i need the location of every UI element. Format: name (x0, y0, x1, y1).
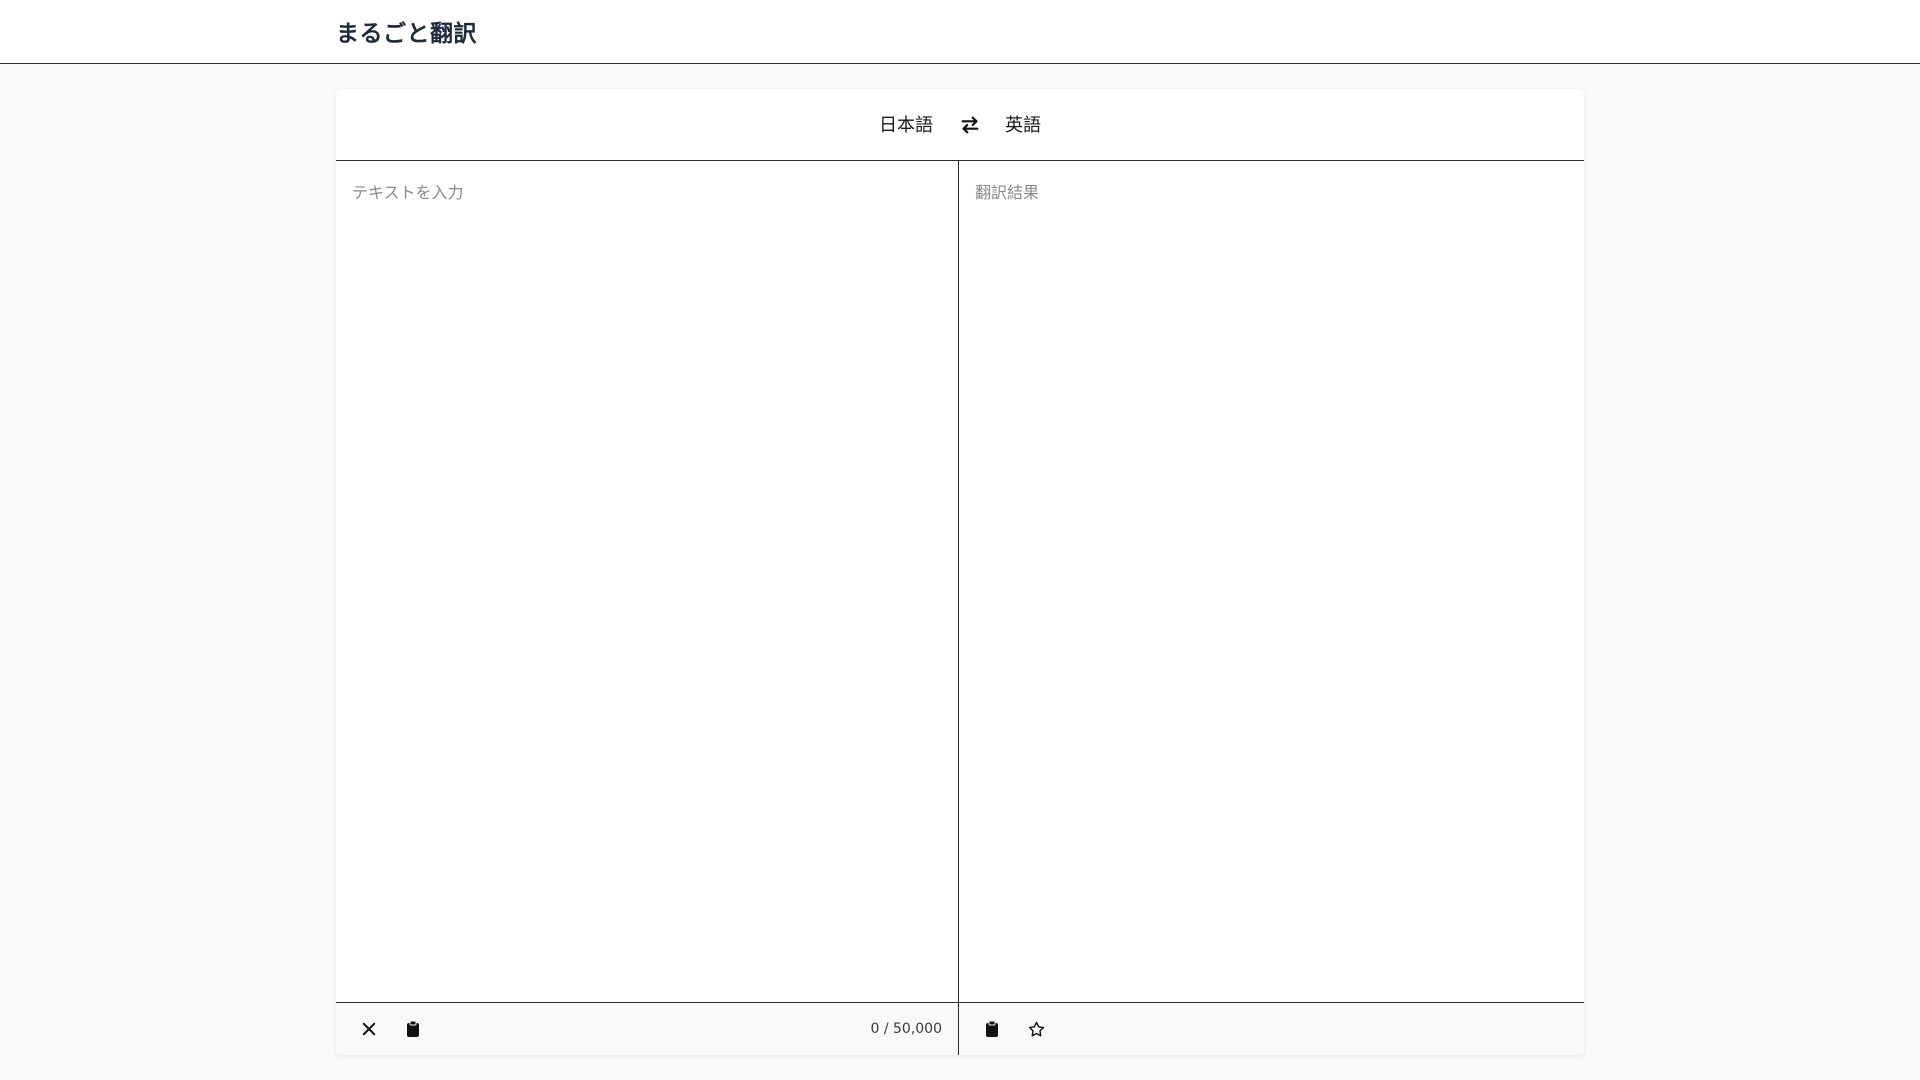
result-body: 翻訳結果 (959, 161, 1584, 1003)
paste-button[interactable] (399, 1015, 427, 1043)
copy-result-button[interactable] (978, 1015, 1006, 1043)
character-count: 0 / 50,000 (870, 1021, 942, 1037)
source-text-input[interactable] (336, 161, 958, 1002)
result-pane: 翻訳結果 (959, 161, 1584, 1055)
swap-arrows-icon (961, 116, 979, 134)
clipboard-icon (407, 1020, 419, 1037)
translator-card: 日本語 英語 テキストを入力 0 / 50,000 翻訳結果 (336, 89, 1584, 1055)
clear-button[interactable] (355, 1015, 383, 1043)
target-language-selector[interactable]: 英語 (1005, 111, 1041, 137)
source-language-selector[interactable]: 日本語 (879, 111, 933, 137)
source-footer: 0 / 50,000 (336, 1003, 958, 1055)
app-header: まるごと翻訳 (0, 0, 1920, 64)
source-body (336, 161, 958, 1003)
source-pane: 0 / 50,000 (336, 161, 959, 1055)
clipboard-icon (986, 1020, 998, 1037)
app-title: まるごと翻訳 (336, 21, 477, 47)
result-footer (959, 1003, 1584, 1055)
swap-languages-button[interactable] (956, 111, 984, 139)
result-placeholder: 翻訳結果 (975, 183, 1040, 202)
favorite-button[interactable] (1022, 1015, 1050, 1043)
close-icon (362, 1022, 376, 1036)
star-icon (1028, 1021, 1044, 1036)
language-bar: 日本語 英語 (336, 89, 1584, 161)
